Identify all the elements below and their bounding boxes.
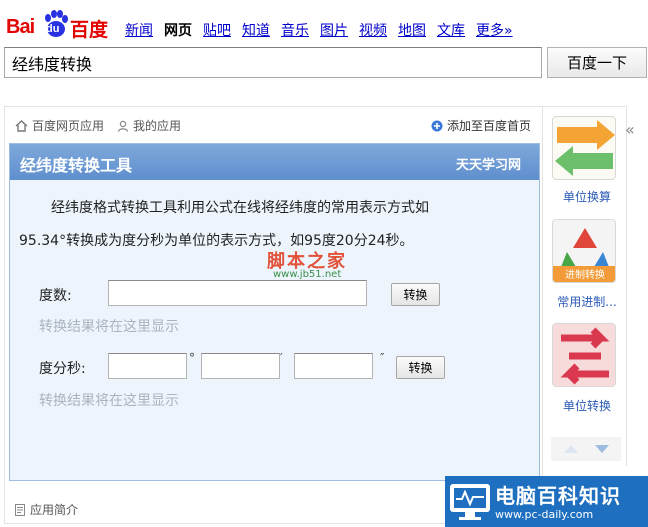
- logo-text-right: 百度: [70, 19, 109, 41]
- seconds-input[interactable]: [294, 353, 373, 379]
- user-icon: [117, 120, 129, 132]
- nav-web[interactable]: 网页: [164, 20, 192, 40]
- app-tabs: 百度网页应用 我的应用 添加至百度首页: [5, 107, 542, 141]
- pc-daily-logo: 电脑百科知识 www.pc-daily.com: [445, 476, 648, 527]
- tab-my-apps[interactable]: 我的应用: [117, 117, 181, 134]
- app-panel: 百度网页应用 我的应用 添加至百度首页 经纬度转换工具 天天学习网 经纬度格式转…: [4, 106, 543, 524]
- add-to-homepage-label: 添加至百度首页: [447, 119, 532, 133]
- sidebar-item-base-conversion[interactable]: 进制转换 常用进制...: [551, 219, 621, 309]
- nav-video[interactable]: 视频: [359, 20, 387, 40]
- home-icon: [15, 119, 28, 132]
- description-line-1: 经纬度格式转换工具利用公式在线将经纬度的常用表示方式如: [51, 200, 429, 216]
- convert-degree-button[interactable]: 转换: [391, 283, 440, 306]
- pc-daily-name: 电脑百科知识: [495, 484, 621, 508]
- degrees-input[interactable]: [108, 353, 187, 379]
- app-sidebar: 单位换算 进制转换 常用进制... 单位转换: [543, 106, 627, 466]
- collapse-sidebar-button[interactable]: «: [625, 120, 635, 139]
- nav-tieba[interactable]: 贴吧: [203, 20, 231, 40]
- sidebar-item-label: 常用进制...: [557, 295, 617, 309]
- degree-result: 转换结果将在这里显示: [39, 319, 179, 335]
- tab-my-apps-label: 我的应用: [133, 119, 182, 133]
- nav-music[interactable]: 音乐: [281, 20, 309, 40]
- sidebar-item-label: 单位转换: [562, 399, 611, 413]
- top-nav: 新闻 网页 贴吧 知道 音乐 图片 视频 地图 文库 更多»: [125, 20, 524, 40]
- nav-zhidao[interactable]: 知道: [242, 20, 270, 40]
- nav-wenku[interactable]: 文库: [437, 20, 465, 40]
- sidebar-item-unit-convert[interactable]: 单位转换: [551, 323, 621, 413]
- converter-tool: 经纬度转换工具 天天学习网 经纬度格式转换工具利用公式在线将经纬度的常用表示方式…: [9, 143, 540, 481]
- degree-label: 度数:: [39, 288, 72, 304]
- exchange-arrows-icon: [552, 116, 616, 180]
- search-input[interactable]: [4, 47, 542, 78]
- tool-header: 经纬度转换工具 天天学习网: [10, 144, 539, 180]
- document-icon: [15, 503, 25, 516]
- watermark: 脚本之家 www.jb51.net: [267, 247, 347, 280]
- scroll-up-icon[interactable]: [564, 445, 578, 453]
- sidebar-item-label: 单位换算: [562, 190, 611, 204]
- sidebar-scroll: [551, 437, 621, 461]
- minutes-input[interactable]: [201, 353, 280, 379]
- second-unit: ″: [380, 351, 385, 365]
- plus-circle-icon: [431, 120, 443, 131]
- curved-arrows-icon: [552, 323, 616, 387]
- logo-text-left: Bai: [6, 16, 35, 38]
- convert-dms-button[interactable]: 转换: [396, 356, 445, 379]
- degree-input[interactable]: [108, 280, 367, 306]
- base-conversion-caption: 进制转换: [565, 270, 605, 281]
- monitor-icon: [450, 484, 490, 520]
- sidebar-item-unit-conversion[interactable]: 单位换算: [551, 116, 621, 206]
- degree-unit: °: [189, 351, 195, 365]
- search-button[interactable]: 百度一下: [547, 47, 647, 78]
- add-to-homepage-link[interactable]: 添加至百度首页: [431, 117, 531, 134]
- minute-unit: ′: [280, 351, 283, 365]
- dms-result: 转换结果将在这里显示: [39, 393, 179, 409]
- nav-more[interactable]: 更多»: [476, 20, 513, 40]
- nav-map[interactable]: 地图: [398, 20, 426, 40]
- nav-images[interactable]: 图片: [320, 20, 348, 40]
- scroll-down-icon[interactable]: [595, 445, 609, 453]
- tab-baidu-apps[interactable]: 百度网页应用: [15, 117, 104, 134]
- nav-news[interactable]: 新闻: [125, 20, 153, 40]
- tool-title: 经纬度转换工具: [20, 156, 133, 175]
- logo-paw-text: du: [46, 23, 60, 35]
- pc-daily-url: www.pc-daily.com: [495, 508, 594, 521]
- dms-label: 度分秒:: [39, 361, 86, 377]
- baidu-logo[interactable]: Bai du 百度: [6, 6, 112, 41]
- tab-baidu-apps-label: 百度网页应用: [32, 119, 105, 133]
- app-intro-label: 应用简介: [30, 503, 79, 517]
- tool-brand[interactable]: 天天学习网: [456, 154, 521, 173]
- watermark-url: www.jb51.net: [273, 269, 342, 280]
- app-intro-link[interactable]: 应用简介: [15, 501, 78, 518]
